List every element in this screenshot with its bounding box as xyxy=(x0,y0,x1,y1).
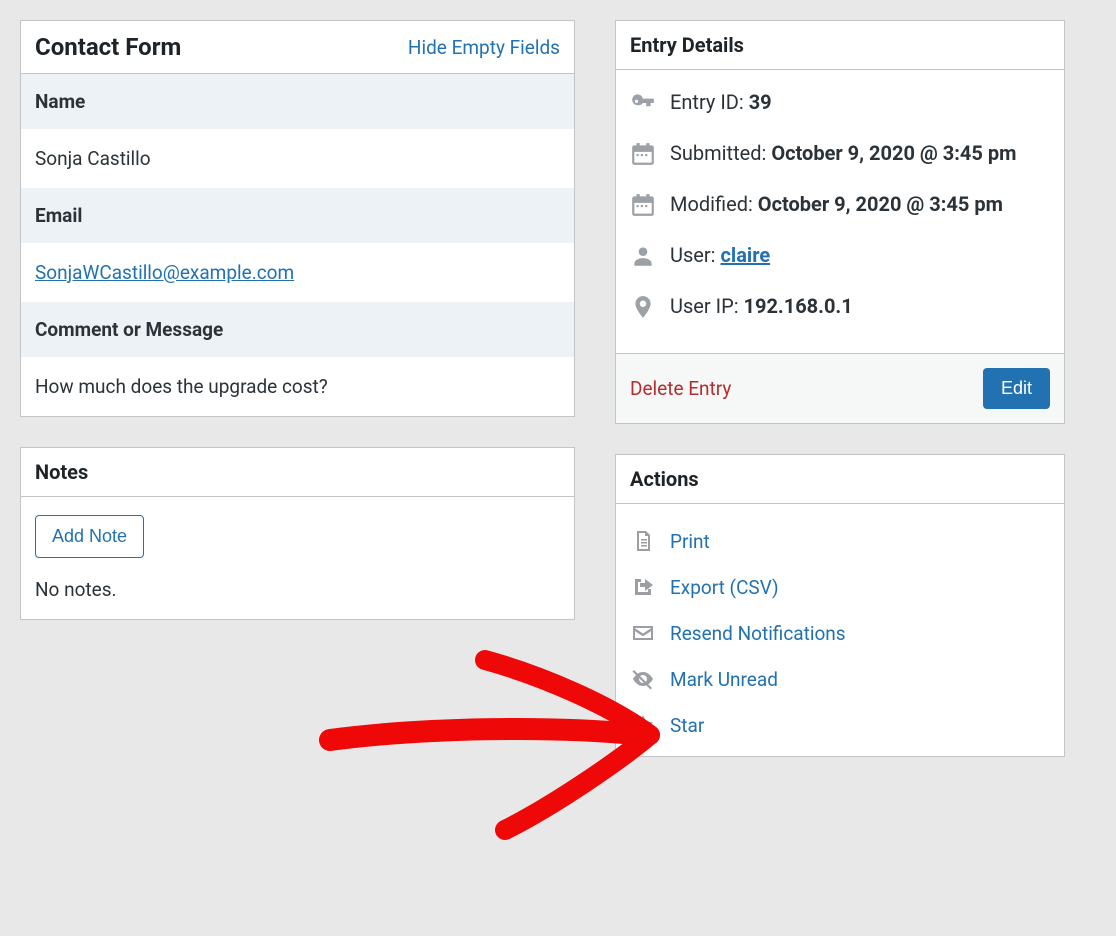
key-icon xyxy=(630,90,656,116)
contact-form-panel: Contact Form Hide Empty Fields Name Sonj… xyxy=(20,20,575,417)
add-note-button[interactable]: Add Note xyxy=(35,515,144,558)
notes-title: Notes xyxy=(35,460,88,484)
user-row: User: claire xyxy=(630,241,1050,270)
actions-panel: Actions Print Export (CSV) xyxy=(615,454,1065,757)
entry-id-row: Entry ID: 39 xyxy=(630,88,1050,117)
email-link[interactable]: SonjaWCastillo@example.com xyxy=(35,261,294,284)
comment-field-value: How much does the upgrade cost? xyxy=(21,357,574,416)
submitted-label: Submitted: xyxy=(670,141,771,165)
envelope-icon xyxy=(630,620,656,646)
star-action[interactable]: Star xyxy=(630,702,1050,748)
user-ip-value: 192.168.0.1 xyxy=(744,294,853,318)
entry-details-header: Entry Details xyxy=(616,21,1064,70)
export-icon xyxy=(630,574,656,600)
edit-button[interactable]: Edit xyxy=(983,368,1050,409)
modified-value: October 9, 2020 @ 3:45 pm xyxy=(758,192,1003,216)
delete-entry-link[interactable]: Delete Entry xyxy=(630,377,731,400)
user-ip-label: User IP: xyxy=(670,294,744,318)
actions-title: Actions xyxy=(630,467,699,491)
print-action[interactable]: Print xyxy=(630,518,1050,564)
name-field-value: Sonja Castillo xyxy=(21,129,574,188)
mark-unread-action[interactable]: Mark Unread xyxy=(630,656,1050,702)
hide-empty-fields-link[interactable]: Hide Empty Fields xyxy=(408,36,560,59)
notes-header: Notes xyxy=(21,448,574,497)
actions-header: Actions xyxy=(616,455,1064,504)
document-icon xyxy=(630,528,656,554)
star-icon xyxy=(630,712,656,738)
entry-id-label: Entry ID: xyxy=(670,90,749,114)
contact-form-header: Contact Form Hide Empty Fields xyxy=(21,21,574,74)
resend-label: Resend Notifications xyxy=(670,622,846,645)
notes-panel: Notes Add Note No notes. xyxy=(20,447,575,620)
name-field-label: Name xyxy=(21,74,574,129)
entry-id-value: 39 xyxy=(749,90,772,114)
user-link[interactable]: claire xyxy=(720,243,770,267)
no-notes-text: No notes. xyxy=(35,578,560,601)
mark-unread-label: Mark Unread xyxy=(670,668,778,691)
star-label: Star xyxy=(670,714,704,737)
email-field-label: Email xyxy=(21,188,574,243)
submitted-row: Submitted: October 9, 2020 @ 3:45 pm xyxy=(630,139,1050,168)
location-icon xyxy=(630,294,656,320)
print-label: Print xyxy=(670,530,710,553)
user-label: User: xyxy=(670,243,720,267)
modified-label: Modified: xyxy=(670,192,758,216)
calendar-icon xyxy=(630,141,656,167)
user-icon xyxy=(630,243,656,269)
user-ip-row: User IP: 192.168.0.1 xyxy=(630,292,1050,321)
modified-row: Modified: October 9, 2020 @ 3:45 pm xyxy=(630,190,1050,219)
eye-off-icon xyxy=(630,666,656,692)
comment-field-label: Comment or Message xyxy=(21,302,574,357)
entry-details-footer: Delete Entry Edit xyxy=(616,353,1064,423)
entry-details-panel: Entry Details Entry ID: 39 Sub xyxy=(615,20,1065,424)
entry-details-title: Entry Details xyxy=(630,33,744,57)
resend-notifications-action[interactable]: Resend Notifications xyxy=(630,610,1050,656)
contact-form-title: Contact Form xyxy=(35,33,181,61)
calendar-icon xyxy=(630,192,656,218)
submitted-value: October 9, 2020 @ 3:45 pm xyxy=(771,141,1016,165)
export-csv-action[interactable]: Export (CSV) xyxy=(630,564,1050,610)
export-label: Export (CSV) xyxy=(670,576,779,599)
email-field-value: SonjaWCastillo@example.com xyxy=(21,243,574,302)
